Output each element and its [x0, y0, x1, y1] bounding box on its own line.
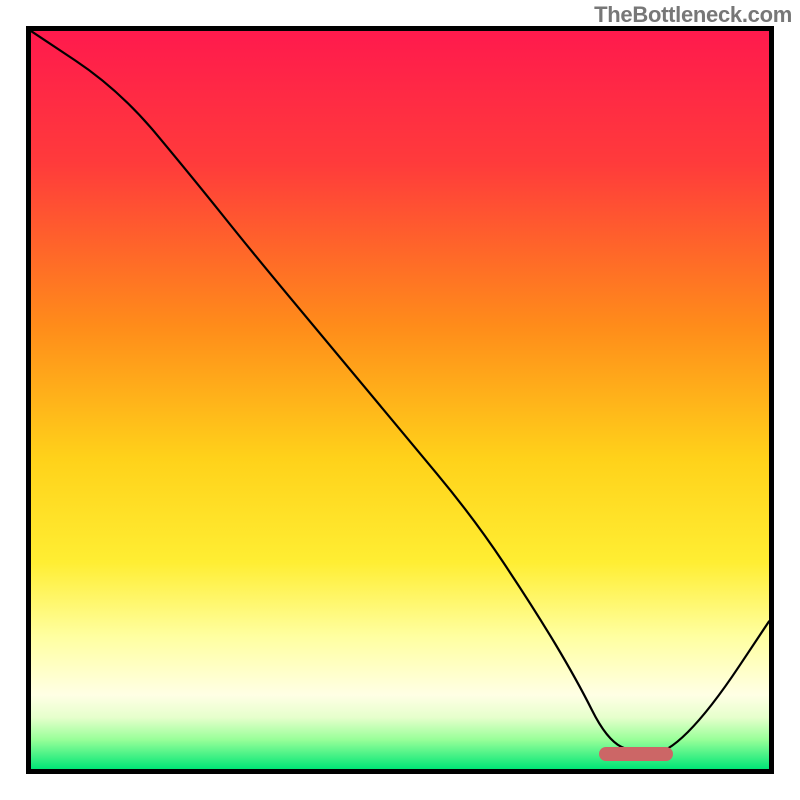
optimal-range-marker	[599, 747, 673, 761]
watermark-text: TheBottleneck.com	[594, 2, 792, 28]
plot-frame	[26, 26, 774, 774]
bottleneck-curve	[31, 31, 769, 754]
curve-layer	[31, 31, 769, 769]
chart-container: TheBottleneck.com	[0, 0, 800, 800]
